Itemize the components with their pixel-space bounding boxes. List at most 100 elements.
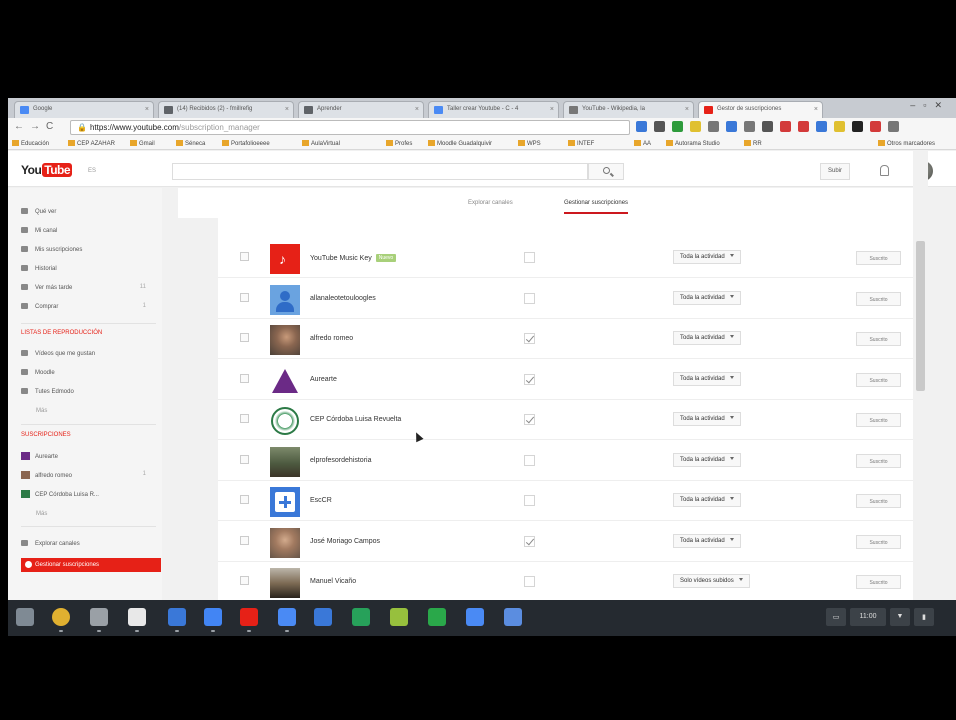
close-tab-icon[interactable]: × [415,106,419,113]
notification-dropdown[interactable]: Toda la actividad [673,331,741,345]
extension-icon[interactable] [780,121,791,132]
tree-icon[interactable] [428,608,446,626]
bookmark-item[interactable]: CEP AZAHAR [68,140,115,147]
guide-item[interactable]: Ver más tarde 11 [21,284,156,296]
notification-dropdown[interactable]: Toda la actividad [673,371,741,386]
browser-tab[interactable]: Taller crear Youtube - C - 4 × [428,101,559,118]
window-controls[interactable]: –▫✕ [910,100,950,111]
extension-icon[interactable] [816,121,827,132]
extension-icon[interactable] [852,121,863,132]
extension-icon[interactable] [636,121,647,132]
bookmark-item[interactable]: INTEF [568,140,594,147]
notification-dropdown[interactable]: Toda la actividad [673,290,741,305]
extension-icon[interactable] [762,121,773,132]
extension-icon[interactable] [708,121,719,132]
bookmark-item[interactable]: Profes [386,140,412,147]
channel-avatar[interactable] [270,487,300,517]
mail-icon[interactable] [90,608,108,626]
subscriptions-more-link[interactable]: Más [36,511,47,517]
extension-icon[interactable] [726,121,737,132]
channel-name[interactable]: YouTube Music Key Nuevo [310,254,397,262]
subscribed-button[interactable]: Suscrito [856,372,901,387]
select-checkbox[interactable] [240,292,249,302]
notification-dropdown[interactable]: Toda la actividad [673,412,741,426]
extension-icon[interactable] [798,121,809,132]
channel-avatar[interactable] [270,527,300,558]
extension-icon[interactable] [654,121,665,132]
box-icon[interactable] [314,608,332,626]
browser-tab[interactable]: (14) Recibidos (2) - fmillrefig × [158,101,294,118]
channel-avatar[interactable] [270,406,300,436]
browser-tab[interactable]: Google × [14,101,154,118]
back-icon[interactable]: ← [14,121,24,132]
subscribed-button[interactable]: Suscrito [856,332,901,346]
channel-name[interactable]: EscCR [310,497,332,504]
subscribed-button[interactable]: Suscrito [856,291,901,306]
playlists-heading[interactable]: LISTAS DE REPRODUCCIÓN [21,330,102,336]
close-tab-icon[interactable]: × [550,106,554,113]
system-tray[interactable]: ▭ 11:00 ▼ ▮ [826,608,934,626]
channel-name[interactable]: CEP Córdoba Luisa Revuelta [310,416,401,423]
subscribed-button[interactable]: Suscrito [856,251,901,265]
select-checkbox[interactable] [240,495,249,504]
reload-icon[interactable]: C [46,121,53,132]
extension-icon[interactable] [690,121,701,132]
explore-channels-link[interactable]: Explorar canales [21,540,156,552]
guide-playlist-item[interactable]: Moodle [21,369,156,381]
channel-avatar[interactable] [270,446,300,477]
notification-dropdown[interactable]: Toda la actividad [673,250,741,264]
channel-name[interactable]: Manuel Vicaño [310,578,356,585]
channel-avatar[interactable]: ♪ [270,244,300,274]
subscribed-button[interactable]: Suscrito [856,494,901,508]
manage-subscriptions-button[interactable]: Gestionar suscripciones [21,558,161,572]
show-in-feed-checkbox[interactable] [524,535,535,547]
notification-dropdown[interactable]: Toda la actividad [673,533,741,548]
bookmark-item[interactable]: Otros marcadores [878,140,935,147]
select-checkbox[interactable] [240,252,249,261]
search-button[interactable] [588,163,624,180]
bookmark-item[interactable]: Séneca [176,140,205,147]
channel-name[interactable]: alfredo romeo [310,335,353,342]
extension-icon[interactable] [870,121,881,132]
guide-subscription-item[interactable]: alfredo romeo 1 [21,471,156,483]
select-checkbox[interactable] [240,535,249,545]
docs-icon[interactable] [168,608,186,626]
youtube-icon[interactable] [240,608,258,626]
show-in-feed-checkbox[interactable] [524,373,535,385]
guide-playlist-item[interactable]: Vídeos que me gustan [21,350,156,362]
channel-avatar[interactable] [270,365,300,396]
show-in-feed-checkbox[interactable] [524,292,535,304]
extension-icon[interactable] [888,121,899,132]
bookmark-item[interactable]: RR [744,140,762,147]
battery-icon[interactable]: ▮ [914,608,934,626]
show-in-feed-checkbox[interactable] [524,252,535,263]
show-in-feed-checkbox[interactable] [524,576,535,587]
bookmark-item[interactable]: AulaVirtual [302,140,340,147]
notification-dropdown[interactable]: Toda la actividad [673,493,741,507]
show-in-feed-checkbox[interactable] [524,333,535,344]
browser-tab[interactable]: Aprender × [298,101,424,118]
guide-subscription-item[interactable]: CEP Córdoba Luisa R... [21,490,156,502]
guide-subscription-item[interactable]: Aurearte [21,452,156,464]
extension-icon[interactable] [834,121,845,132]
bookmark-item[interactable]: Educación [12,140,49,147]
notifications-icon[interactable] [880,165,889,176]
channel-avatar[interactable] [270,568,300,598]
guide-item[interactable]: Qué ver [21,208,156,220]
chrome-icon[interactable] [52,608,70,626]
upload-button[interactable]: Subir [820,163,850,180]
notification-dropdown[interactable]: Toda la actividad [673,452,741,467]
headphones-icon[interactable] [128,608,146,626]
playlists-more-link[interactable]: Más [36,408,47,414]
extension-icon[interactable] [672,121,683,132]
guide-playlist-item[interactable]: Tutes Edmodo [21,388,156,400]
bookmark-item[interactable]: AA [634,140,651,147]
select-checkbox[interactable] [240,333,249,342]
youtube-logo[interactable]: You Tube [21,163,73,177]
subscribed-button[interactable]: Suscrito [856,534,901,549]
show-in-feed-checkbox[interactable] [524,495,535,506]
guide-item[interactable]: Mi canal [21,227,156,239]
bookmark-item[interactable]: WPS [518,140,541,147]
bookmark-item[interactable]: Autorama Studio [666,140,720,147]
network-icon[interactable]: ▼ [890,608,910,626]
